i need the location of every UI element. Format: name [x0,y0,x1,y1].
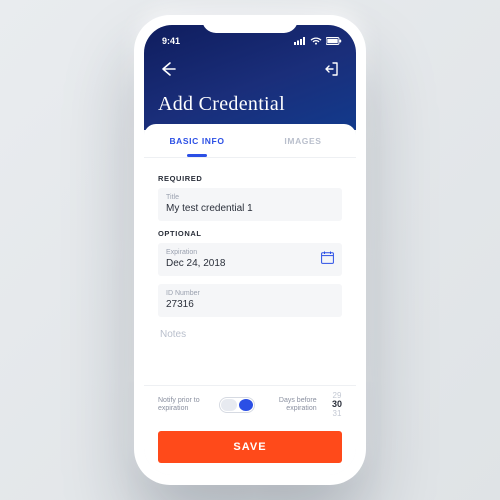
save-button[interactable]: SAVE [158,431,342,463]
section-required-label: REQUIRED [158,174,342,183]
field-id-label: ID Number [166,290,334,297]
back-button[interactable] [158,59,178,79]
exit-button[interactable] [322,59,342,79]
days-wheel[interactable]: 29 30 31 [332,392,342,419]
wifi-icon [310,37,322,45]
tab-bar: BASIC INFO IMAGES [144,124,356,158]
device-frame: 9:41 [134,15,366,485]
field-title-value: My test credential 1 [166,203,334,214]
field-title[interactable]: Title My test credential 1 [158,188,342,221]
notify-row: Notify prior to expiration Days before e… [144,385,356,427]
field-title-label: Title [166,194,334,201]
page-title: Add Credential [158,93,342,116]
status-time: 9:41 [158,36,180,46]
battery-icon [326,37,342,45]
notify-toggle[interactable] [219,397,255,413]
tab-label: BASIC INFO [169,136,224,146]
notify-left-label: Notify prior to expiration [158,397,204,415]
field-id-value: 27316 [166,299,334,310]
tab-images[interactable]: IMAGES [250,124,356,157]
exit-icon [324,61,340,77]
wheel-next: 31 [333,410,342,419]
device-notch [202,15,298,33]
status-indicators [294,37,342,45]
notify-right-label: Days before expiration [271,397,317,415]
nav-row [158,59,342,79]
arrow-left-icon [160,61,176,77]
cellular-signal-icon [294,37,306,45]
content-card: BASIC INFO IMAGES REQUIRED Title My test… [144,124,356,475]
toggle-track [221,399,237,411]
tab-basic-info[interactable]: BASIC INFO [144,124,250,157]
section-optional-label: OPTIONAL [158,229,342,238]
status-bar: 9:41 [158,33,342,49]
calendar-icon[interactable] [321,251,334,269]
field-notes[interactable]: Notes [158,325,342,350]
tab-label: IMAGES [284,136,321,146]
field-expiration-value: Dec 24, 2018 [166,258,334,269]
app-screen: 9:41 [144,25,356,475]
toggle-knob [239,399,253,411]
field-expiration[interactable]: Expiration Dec 24, 2018 [158,243,342,276]
field-id-number[interactable]: ID Number 27316 [158,284,342,317]
field-expiration-label: Expiration [166,249,334,256]
app-header: 9:41 [144,25,356,130]
form-area: REQUIRED Title My test credential 1 OPTI… [144,158,356,385]
